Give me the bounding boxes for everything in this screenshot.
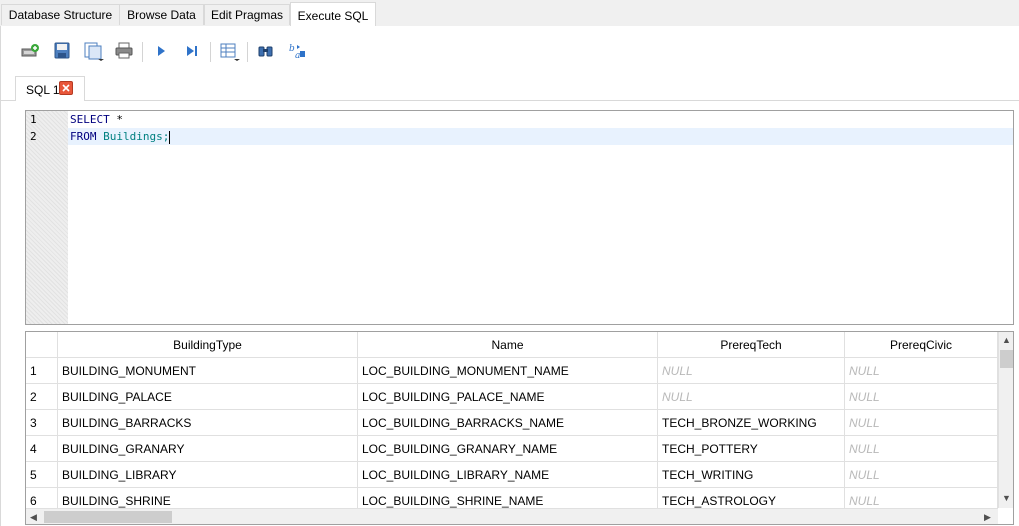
table-cell[interactable]: BUILDING_PALACE xyxy=(58,384,358,410)
sql-editor[interactable]: 1 2 SELECT * FROM Buildings; xyxy=(25,110,1014,325)
find-replace-button[interactable]: b a xyxy=(284,38,310,64)
execute-current-line-button[interactable] xyxy=(179,38,205,64)
table-cell[interactable]: BUILDING_MONUMENT xyxy=(58,358,358,384)
table-cell[interactable]: BUILDING_GRANARY xyxy=(58,436,358,462)
save-button[interactable] xyxy=(49,38,75,64)
scroll-up-arrow[interactable]: ▲ xyxy=(1002,332,1011,348)
code-line[interactable]: SELECT * xyxy=(70,111,123,128)
column-header[interactable]: PrereqCivic xyxy=(845,332,998,358)
find-icon xyxy=(258,46,273,57)
tab-database-structure[interactable]: Database Structure xyxy=(1,4,120,25)
table-cell[interactable]: LOC_BUILDING_PALACE_NAME xyxy=(358,384,658,410)
text-cursor xyxy=(169,130,171,144)
execute-sql-page: b a SQL 1 1 2 SELECT * FROM Buildings; B… xyxy=(0,26,1019,526)
table-cell[interactable]: NULL xyxy=(658,384,845,410)
table-cell[interactable]: NULL xyxy=(845,436,998,462)
results-grid: BuildingType Name PrereqTech PrereqCivic… xyxy=(25,331,1014,525)
table-cell[interactable]: NULL xyxy=(845,410,998,436)
execute-all-icon xyxy=(158,46,165,56)
horizontal-scroll-thumb[interactable] xyxy=(44,511,172,523)
save-as-icon xyxy=(84,42,104,61)
toolbar-separator xyxy=(247,42,248,62)
sql-tab-bar: SQL 1 xyxy=(1,76,1019,101)
table-cell[interactable]: TECH_WRITING xyxy=(658,462,845,488)
row-number[interactable]: 4 xyxy=(26,436,58,462)
save-results-icon xyxy=(220,43,240,61)
tab-execute-sql[interactable]: Execute SQL xyxy=(290,2,376,27)
save-results-button[interactable] xyxy=(216,38,242,64)
code-line-current[interactable]: FROM Buildings; xyxy=(68,128,1013,145)
table-cell[interactable]: BUILDING_LIBRARY xyxy=(58,462,358,488)
close-icon xyxy=(62,84,70,92)
find-button[interactable] xyxy=(253,38,279,64)
tab-browse-data[interactable]: Browse Data xyxy=(119,4,204,25)
column-header[interactable]: Name xyxy=(358,332,658,358)
scroll-left-arrow[interactable]: ◀ xyxy=(30,509,37,524)
table-cell[interactable]: NULL xyxy=(658,358,845,384)
open-tab-icon xyxy=(21,44,39,57)
sql-terminator: ; xyxy=(162,130,170,143)
table-cell[interactable]: LOC_BUILDING_BARRACKS_NAME xyxy=(358,410,658,436)
sql-tab-label: SQL 1 xyxy=(26,83,60,97)
horizontal-scrollbar[interactable]: ◀ ▶ xyxy=(26,508,998,524)
table-cell[interactable]: TECH_BRONZE_WORKING xyxy=(658,410,845,436)
sql-keyword: SELECT xyxy=(70,113,110,126)
open-tab-button[interactable] xyxy=(17,38,43,64)
row-number[interactable]: 3 xyxy=(26,410,58,436)
print-button[interactable] xyxy=(111,38,137,64)
column-header[interactable]: BuildingType xyxy=(58,332,358,358)
find-replace-icon: b a xyxy=(289,44,305,60)
table-cell[interactable]: TECH_POTTERY xyxy=(658,436,845,462)
line-number-gutter: 1 2 xyxy=(26,111,68,324)
scroll-right-arrow[interactable]: ▶ xyxy=(984,509,991,524)
execute-current-line-icon xyxy=(187,46,197,56)
main-tab-bar: Database Structure Browse Data Edit Prag… xyxy=(0,0,1019,27)
column-header[interactable]: PrereqTech xyxy=(658,332,845,358)
table-cell[interactable]: LOC_BUILDING_MONUMENT_NAME xyxy=(358,358,658,384)
row-number[interactable]: 1 xyxy=(26,358,58,384)
close-tab-button[interactable] xyxy=(59,81,73,95)
table-cell[interactable]: NULL xyxy=(845,358,998,384)
execute-all-button[interactable] xyxy=(148,38,174,64)
table-cell[interactable]: BUILDING_BARRACKS xyxy=(58,410,358,436)
table-cell[interactable]: LOC_BUILDING_LIBRARY_NAME xyxy=(358,462,658,488)
line-number: 2 xyxy=(30,130,37,143)
table-cell[interactable]: LOC_BUILDING_GRANARY_NAME xyxy=(358,436,658,462)
sql-table-name: Buildings xyxy=(103,130,163,143)
toolbar-separator xyxy=(142,42,143,62)
vertical-scrollbar[interactable]: ▲ ▼ xyxy=(998,332,1013,508)
scroll-down-arrow[interactable]: ▼ xyxy=(1002,490,1011,506)
sql-keyword: FROM xyxy=(70,130,97,143)
row-number[interactable]: 2 xyxy=(26,384,58,410)
save-icon xyxy=(54,42,70,59)
table-cell[interactable]: NULL xyxy=(845,384,998,410)
tab-sql-1[interactable]: SQL 1 xyxy=(15,76,85,101)
sql-text: * xyxy=(109,113,123,126)
toolbar-separator xyxy=(210,42,211,62)
tab-edit-pragmas[interactable]: Edit Pragmas xyxy=(204,4,290,25)
svg-text:a: a xyxy=(295,51,300,60)
row-number[interactable]: 5 xyxy=(26,462,58,488)
table-cell[interactable]: NULL xyxy=(845,462,998,488)
print-icon xyxy=(115,42,133,59)
grid-corner xyxy=(26,332,58,358)
line-number: 1 xyxy=(30,113,37,126)
vertical-scroll-thumb[interactable] xyxy=(1000,350,1013,368)
save-as-button[interactable] xyxy=(80,38,106,64)
